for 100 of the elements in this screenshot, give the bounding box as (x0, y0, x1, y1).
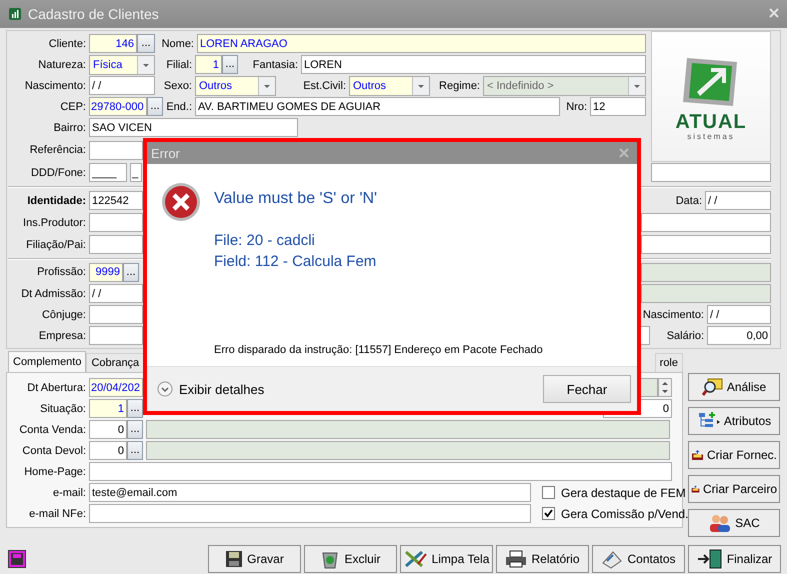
action-button[interactable]: Criar Parceiro (688, 475, 780, 503)
details-toggle[interactable]: Exibir detalhes (157, 381, 264, 397)
text-field[interactable]: 9999 (89, 262, 123, 282)
action-button[interactable]: Criar Fornec. (688, 441, 780, 469)
field-label: e-mail NFe: (28, 508, 86, 520)
magnifier-icon (702, 377, 724, 397)
caret-icon (258, 76, 275, 94)
close-icon[interactable] (769, 8, 779, 18)
field-label: Home-Page: (23, 466, 86, 478)
checkbox[interactable] (542, 507, 555, 520)
error-source: Erro disparado da instrução: [11557] Endereço em Pacote Fechado (214, 344, 544, 356)
field-label: Dt Abertura: (26, 382, 86, 394)
printer-icon (505, 550, 528, 568)
field-label: Fantasia: (252, 58, 298, 70)
toolbar-button[interactable]: Gravar (208, 545, 301, 573)
text-field[interactable]: 146 (89, 34, 137, 53)
text-field[interactable]: 0 (89, 420, 127, 439)
text-field[interactable]: / / (705, 191, 771, 210)
tab[interactable]: role (654, 353, 683, 372)
lookup-button[interactable]: ... (127, 441, 143, 460)
tab[interactable]: Complemento (8, 351, 86, 372)
field-label: Est.Civil: (302, 80, 346, 92)
text-field[interactable] (89, 462, 672, 481)
text-field[interactable] (651, 163, 771, 182)
dropdown[interactable]: Física (89, 54, 155, 74)
field-label: Nascimento: (642, 308, 704, 321)
field-label: Cliente: (48, 38, 86, 50)
text-field[interactable]: / / (89, 76, 155, 95)
text-field[interactable] (89, 326, 143, 346)
text-field[interactable]: 12 (590, 97, 646, 116)
lookup-button[interactable]: ... (127, 399, 143, 418)
lookup-button[interactable]: ... (222, 55, 238, 74)
checkbox-label: Gera Comissão p/Vend. (561, 506, 688, 520)
text-field[interactable] (89, 305, 143, 324)
field-label: Conta Devol: (21, 444, 86, 456)
field-label: Filial: (165, 58, 192, 70)
lookup-button[interactable]: ... (137, 34, 155, 53)
text-field[interactable] (641, 235, 771, 254)
text-field[interactable]: / / (707, 305, 771, 324)
toolbar-button[interactable]: Relatório (496, 545, 589, 573)
tab[interactable]: Cobrança (86, 353, 144, 372)
text-field[interactable]: 1 (89, 399, 127, 418)
field-label: Cônjuge: (40, 308, 86, 321)
text-field[interactable]: LOREN ARAGAO (197, 34, 646, 53)
text-field[interactable]: ____ (89, 163, 127, 182)
error-detail: Field: 112 - Calcula Fem (214, 252, 378, 272)
field-label: Conta Venda: (18, 424, 86, 436)
spin-arrows-icon (658, 378, 672, 397)
toolbar-button[interactable]: Excluir (304, 545, 397, 573)
text-field[interactable]: _ (130, 163, 142, 182)
error-detail: File: 20 - cadcli (214, 231, 316, 251)
dropdown[interactable]: Outros (195, 76, 276, 96)
field-label: Dt Admissão: (20, 288, 86, 300)
action-button[interactable]: Análise (688, 373, 780, 401)
text-field[interactable]: 20/04/202 (89, 378, 143, 397)
people-icon (708, 513, 732, 533)
field-label: Filiação/Pai: (25, 238, 86, 251)
lookup-button[interactable]: ... (147, 97, 163, 116)
field-label: e-mail: (52, 486, 86, 498)
field-label: Bairro: (52, 122, 86, 134)
text-field[interactable]: teste@email.com (89, 483, 531, 502)
field-label: Nome: (160, 38, 194, 50)
text-field[interactable]: / / (89, 284, 143, 304)
text-field[interactable] (641, 213, 771, 232)
text-field[interactable] (89, 140, 143, 160)
field-label: Empresa: (38, 330, 86, 342)
text-field[interactable]: 0,00 (707, 326, 771, 346)
text-field[interactable]: 29780-000 (89, 97, 147, 116)
field-label: Sexo: (162, 80, 192, 92)
checkbox[interactable] (542, 486, 555, 499)
text-field[interactable] (89, 504, 531, 523)
close-button[interactable]: Fechar (543, 375, 631, 403)
field-label: Ins.Produtor: (22, 216, 86, 229)
dropdown[interactable]: Outros (349, 76, 430, 96)
toolbar-button[interactable]: Limpa Tela (400, 545, 493, 573)
text-field[interactable] (89, 213, 143, 232)
error-icon (161, 182, 201, 222)
text-field[interactable]: 0 (89, 441, 127, 460)
action-button[interactable]: SAC (688, 509, 780, 537)
close-icon[interactable] (619, 148, 629, 158)
error-message: Value must be 'S' or 'N' (214, 190, 378, 208)
text-field[interactable]: AV. BARTIMEU GOMES DE AGUIAR (195, 97, 560, 116)
lookup-button[interactable]: ... (127, 420, 143, 439)
text-field[interactable]: 122542 (89, 191, 143, 210)
lookup-button[interactable]: ... (123, 262, 139, 282)
checkbox-label: Gera destaque de FEM (561, 486, 686, 500)
text-field[interactable]: 1 (195, 55, 222, 74)
dialog-title: Error (151, 146, 180, 160)
field-label: Identidade: (26, 194, 86, 207)
text-field[interactable] (89, 235, 143, 254)
broom-icon (404, 550, 428, 568)
caret-icon (628, 76, 645, 94)
field-label: Nascimento: (24, 80, 86, 92)
text-field[interactable]: LOREN (301, 55, 646, 74)
toolbar-button[interactable]: Contatos (592, 545, 685, 573)
toolbar-button[interactable]: Finalizar (688, 545, 781, 573)
field-label: Data: (674, 194, 702, 207)
logo-tagline: sistemas (687, 132, 735, 142)
action-button[interactable]: Atributos (688, 407, 780, 435)
text-field[interactable]: SAO VICEN (89, 118, 298, 137)
